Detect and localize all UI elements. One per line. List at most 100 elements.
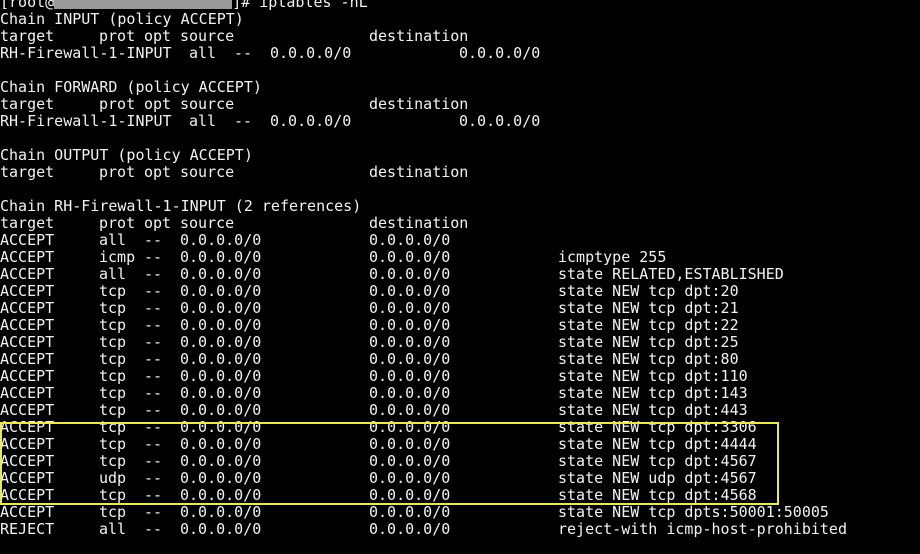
rule-row: ACCEPT all -- 0.0.0.0/0 0.0.0.0/0 state RELAT… (0, 266, 920, 283)
rule-source: 0.0.0.0/0 (180, 350, 262, 368)
column-header-row: target prot opt source destination (0, 164, 920, 181)
rule-target: ACCEPT (0, 452, 55, 470)
redacted-hostname (54, 0, 233, 9)
rule-destination: 0.0.0.0/0 (369, 384, 451, 402)
col-opt: opt (144, 163, 172, 181)
rule-prot: icmp (99, 248, 136, 266)
column-header-row: target prot opt source destination (0, 215, 920, 232)
rule-opt: -- (144, 333, 163, 351)
rule-destination: 0.0.0.0/0 (369, 401, 451, 419)
rule-prot: all (99, 231, 127, 249)
col-source: source (180, 163, 235, 181)
rule-target: ACCEPT (0, 384, 55, 402)
chain-rh-firewall-header: Chain RH-Firewall-1-INPUT (2 references) (0, 197, 362, 215)
rule-target: ACCEPT (0, 367, 55, 385)
col-source: source (180, 27, 235, 45)
rule-source: 0.0.0.0/0 (180, 265, 262, 283)
rule-source: 0.0.0.0/0 (270, 112, 352, 130)
rule-row: ACCEPT tcp -- 0.0.0.0/0 0.0.0.0/0 state NEW t… (0, 402, 920, 419)
rule-extra: state NEW tcp dpt:80 (558, 350, 739, 368)
rule-destination: 0.0.0.0/0 (369, 316, 451, 334)
rule-prot: tcp (99, 418, 127, 436)
rule-destination: 0.0.0.0/0 (369, 299, 451, 317)
rule-target: ACCEPT (0, 435, 55, 453)
rule-opt: -- (144, 520, 163, 538)
rule-target: ACCEPT (0, 282, 55, 300)
rule-prot: all (99, 265, 127, 283)
rule-target: ACCEPT (0, 265, 55, 283)
col-target: target (0, 27, 55, 45)
rule-destination: 0.0.0.0/0 (369, 248, 451, 266)
rule-row: ACCEPT tcp -- 0.0.0.0/0 0.0.0.0/0 state NEW t… (0, 419, 920, 436)
rule-destination: 0.0.0.0/0 (369, 469, 451, 487)
rule-destination: 0.0.0.0/0 (369, 265, 451, 283)
rule-row: ACCEPT tcp -- 0.0.0.0/0 0.0.0.0/0 state NEW t… (0, 317, 920, 334)
col-opt: opt (144, 95, 172, 113)
rule-prot: all (99, 520, 127, 538)
terminal-window[interactable]: [root@]# iptables -nL Chain INPUT (polic… (0, 0, 920, 554)
rule-prot: tcp (99, 316, 127, 334)
rule-target: ACCEPT (0, 248, 55, 266)
rule-target: RH-Firewall-1-INPUT (0, 44, 172, 62)
rule-source: 0.0.0.0/0 (180, 384, 262, 402)
rule-extra: state NEW tcp dpt:4567 (558, 452, 757, 470)
rule-row: ACCEPT tcp -- 0.0.0.0/0 0.0.0.0/0 state NEW t… (0, 351, 920, 368)
rule-prot: all (189, 112, 217, 130)
rule-opt: -- (144, 486, 163, 504)
rule-opt: -- (234, 112, 253, 130)
rule-destination: 0.0.0.0/0 (369, 350, 451, 368)
rule-opt: -- (144, 299, 163, 317)
rule-prot: tcp (99, 486, 127, 504)
rule-prot: all (189, 44, 217, 62)
command-text: iptables -nL (250, 0, 368, 11)
rule-extra: state NEW tcp dpt:143 (558, 384, 748, 402)
rule-extra: state RELATED,ESTABLISHED (558, 265, 784, 283)
rule-destination: 0.0.0.0/0 (369, 418, 451, 436)
rule-destination: 0.0.0.0/0 (369, 231, 451, 249)
rule-row: REJECT all -- 0.0.0.0/0 0.0.0.0/0 reject-with… (0, 521, 920, 538)
rule-opt: -- (144, 316, 163, 334)
rule-destination: 0.0.0.0/0 (369, 435, 451, 453)
rule-target: ACCEPT (0, 299, 55, 317)
col-opt: opt (144, 214, 172, 232)
rule-prot: tcp (99, 282, 127, 300)
rule-prot: tcp (99, 384, 127, 402)
rule-destination: 0.0.0.0/0 (369, 520, 451, 538)
rule-opt: -- (144, 503, 163, 521)
col-destination: destination (369, 95, 469, 113)
rule-opt: -- (144, 452, 163, 470)
rule-destination: 0.0.0.0/0 (369, 452, 451, 470)
rule-target: ACCEPT (0, 418, 55, 436)
col-prot: prot (99, 95, 136, 113)
rule-source: 0.0.0.0/0 (180, 469, 262, 487)
rule-opt: -- (144, 469, 163, 487)
col-target: target (0, 95, 55, 113)
rule-target: REJECT (0, 520, 55, 538)
rule-extra: state NEW tcp dpt:22 (558, 316, 739, 334)
col-source: source (180, 95, 235, 113)
rule-target: ACCEPT (0, 503, 55, 521)
rule-source: 0.0.0.0/0 (180, 452, 262, 470)
rule-destination: 0.0.0.0/0 (459, 112, 541, 130)
col-target: target (0, 214, 55, 232)
rule-source: 0.0.0.0/0 (180, 316, 262, 334)
rule-source: 0.0.0.0/0 (180, 299, 262, 317)
col-destination: destination (369, 214, 469, 232)
rule-source: 0.0.0.0/0 (180, 486, 262, 504)
rule-row: ACCEPT tcp -- 0.0.0.0/0 0.0.0.0/0 state NEW t… (0, 453, 920, 470)
rule-opt: -- (144, 248, 163, 266)
rule-row: ACCEPT all -- 0.0.0.0/0 0.0.0.0/0 (0, 232, 920, 249)
rule-target: ACCEPT (0, 350, 55, 368)
rule-destination: 0.0.0.0/0 (369, 503, 451, 521)
rule-source: 0.0.0.0/0 (180, 503, 262, 521)
col-prot: prot (99, 163, 136, 181)
rule-target: ACCEPT (0, 316, 55, 334)
rule-row: RH-Firewall-1-INPUT all -- 0.0.0.0/0 0.0… (0, 113, 920, 130)
rule-source: 0.0.0.0/0 (180, 231, 262, 249)
rule-row: ACCEPT tcp -- 0.0.0.0/0 0.0.0.0/0 state NEW t… (0, 504, 920, 521)
rule-opt: -- (144, 282, 163, 300)
rule-opt: -- (144, 231, 163, 249)
rule-opt: -- (144, 350, 163, 368)
